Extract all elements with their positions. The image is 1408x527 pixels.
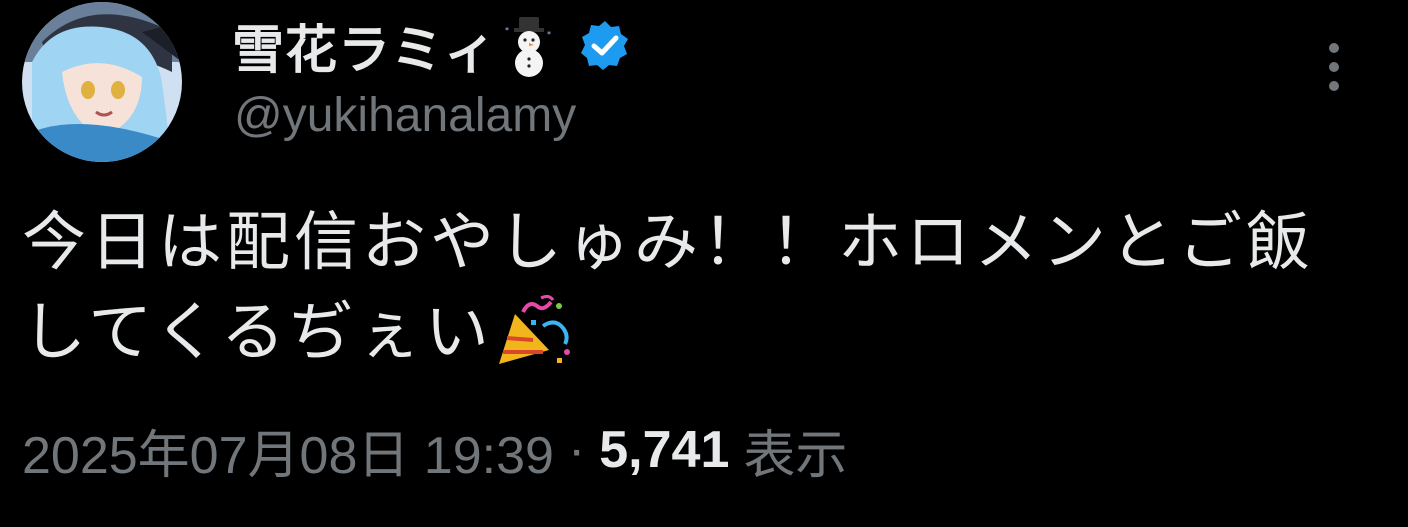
user-name-row[interactable]: 雪花ラミィ * * xyxy=(232,8,631,83)
avatar-image xyxy=(22,2,182,162)
svg-text:*: * xyxy=(547,30,551,39)
view-label[interactable]: 表示 xyxy=(743,413,847,488)
verified-badge-icon[interactable] xyxy=(579,19,631,71)
timestamp[interactable]: 2025年07月08日 19:39 xyxy=(22,413,554,488)
tweet-text: 今日は配信おやしゅみ！！ホロメンとご飯してくるぢぇい xyxy=(22,198,1352,378)
avatar[interactable] xyxy=(22,2,182,162)
view-count[interactable]: 5,741 xyxy=(599,420,729,480)
party-popper-icon xyxy=(493,292,573,368)
separator-dot: · xyxy=(567,421,586,479)
user-handle[interactable]: @yukihanalamy xyxy=(234,88,576,143)
more-options-button[interactable] xyxy=(1312,38,1356,98)
tweet-body: 今日は配信おやしゅみ！！ホロメンとご飯してくるぢぇい xyxy=(22,206,1314,370)
display-name[interactable]: 雪花ラミィ xyxy=(232,8,497,83)
svg-text:*: * xyxy=(505,26,509,35)
snowman-icon: * * xyxy=(501,13,557,77)
more-vertical-icon xyxy=(1329,43,1339,91)
tweet-meta: 2025年07月08日 19:39 · 5,741 表示 xyxy=(22,410,847,490)
